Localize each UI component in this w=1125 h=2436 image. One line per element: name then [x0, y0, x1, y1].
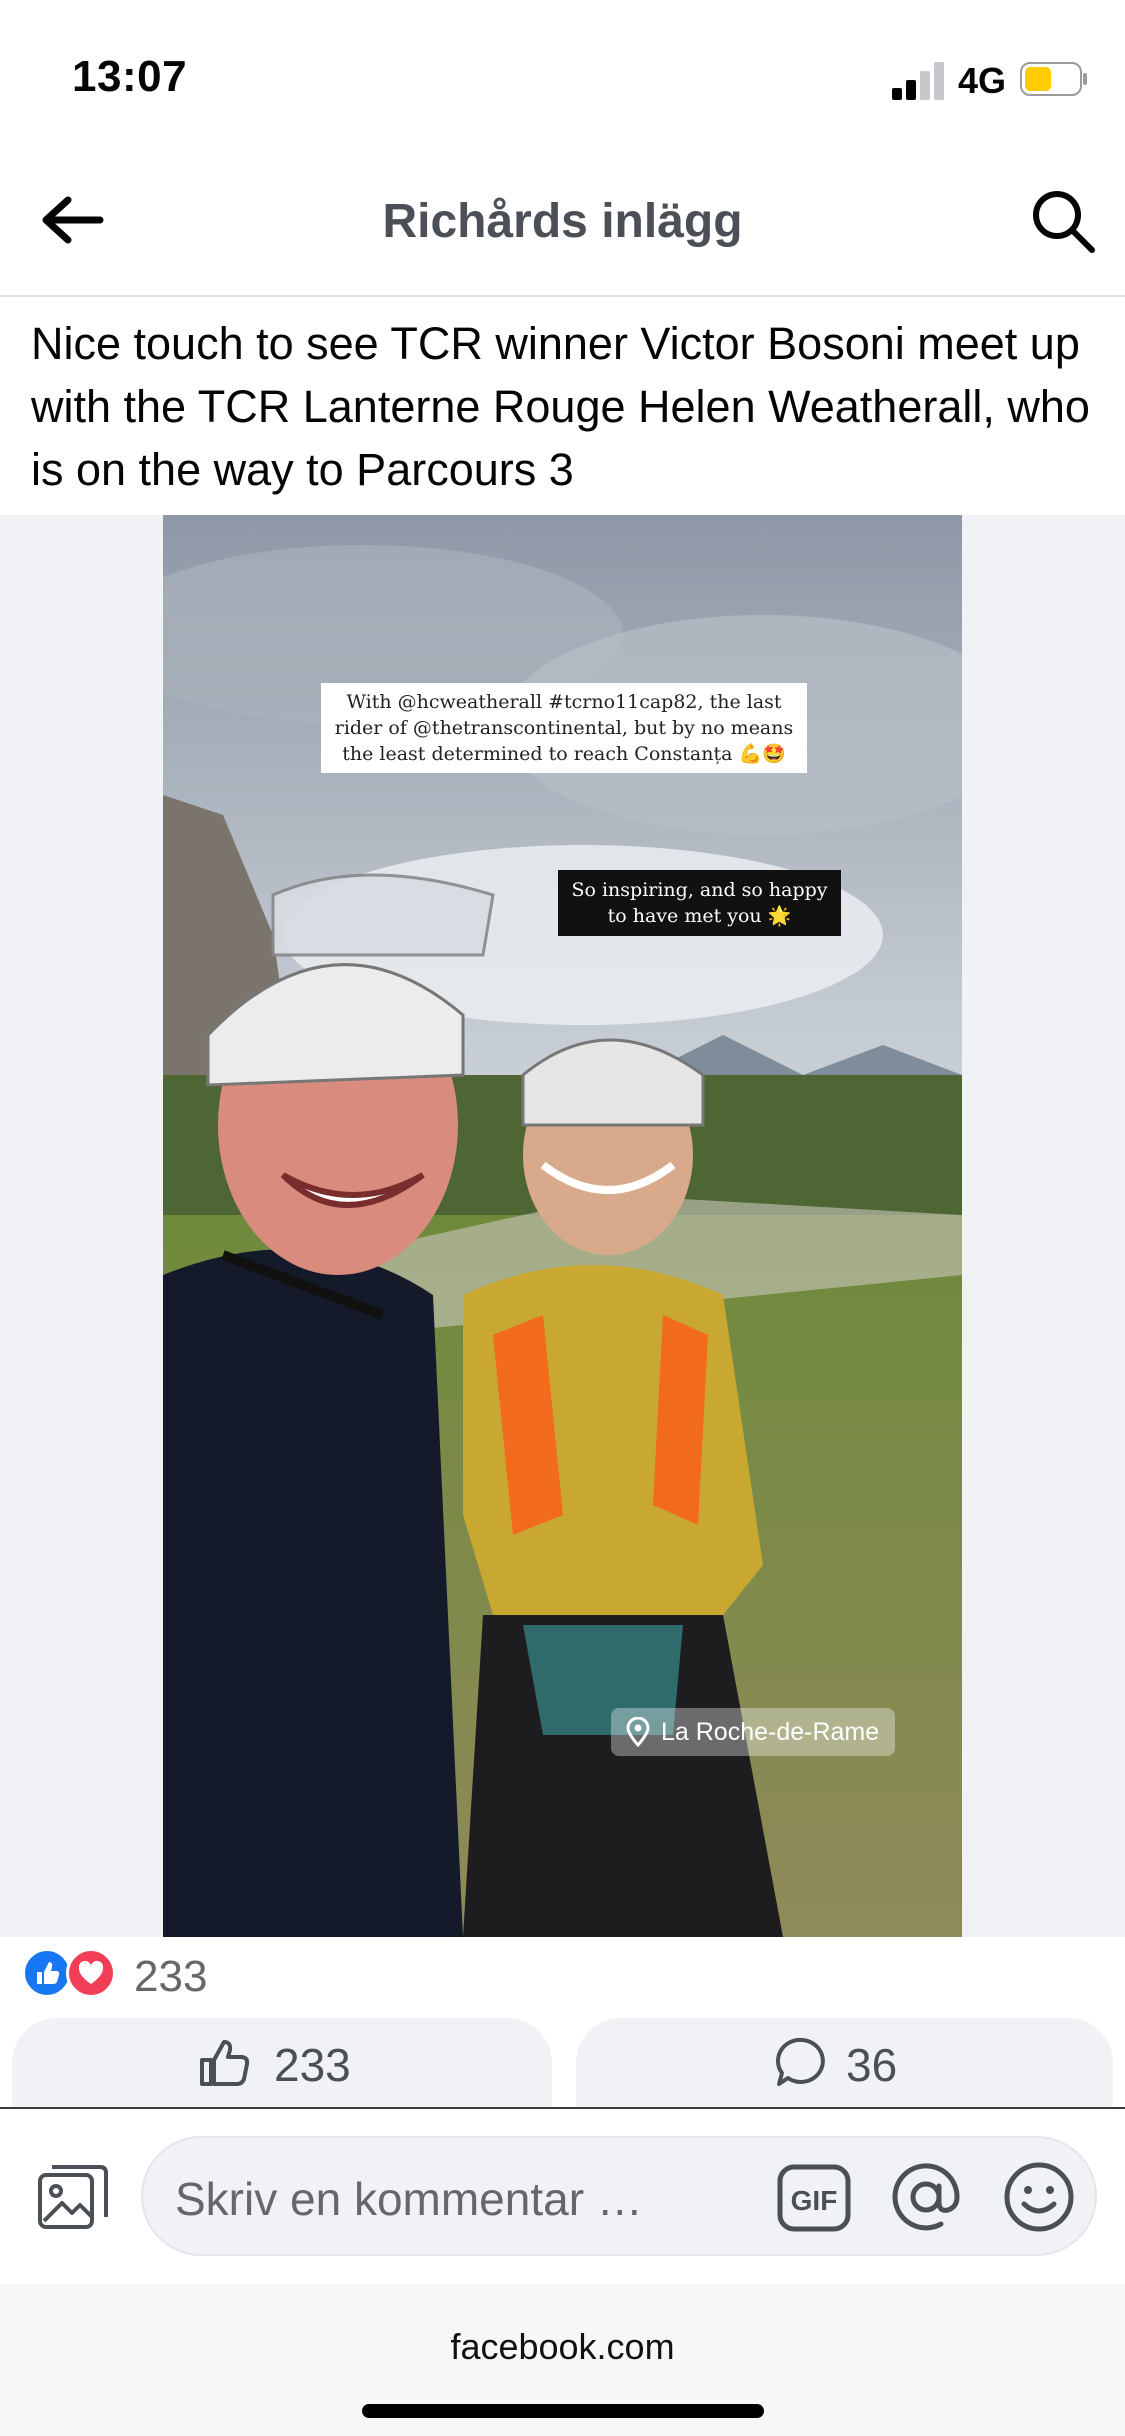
story-caption-bottom: So inspiring, and so happy to have met y… — [558, 870, 841, 936]
post-text: Nice touch to see TCR winner Victor Boso… — [31, 318, 1090, 495]
location-name: La Roche-de-Rame — [661, 1718, 880, 1746]
page-title: Richårds inlägg — [382, 195, 743, 248]
signal-strength-icon — [892, 62, 944, 100]
comment-placeholder: Skriv en kommentar … — [175, 2173, 643, 2225]
network-type: 4G — [958, 60, 1007, 101]
post-photo[interactable]: With @hcweatherall #tcrno11cap82, the la… — [163, 515, 962, 1937]
nav-bar: Richårds inlägg — [0, 150, 1125, 297]
status-bar: 13:07 4G — [0, 0, 1125, 150]
location-pin-icon — [626, 1717, 650, 1747]
gif-icon[interactable]: GIF — [777, 2164, 851, 2232]
back-arrow-icon[interactable] — [38, 190, 108, 250]
battery-icon — [1020, 62, 1087, 96]
gif-label: GIF — [791, 2185, 838, 2216]
search-icon[interactable] — [1030, 188, 1096, 254]
comment-composer: Skriv en kommentar … GIF — [0, 2107, 1125, 2286]
status-time: 13:07 — [72, 52, 188, 101]
comment-button[interactable]: 36 — [576, 2018, 1113, 2108]
comment-count: 36 — [846, 2039, 898, 2091]
browser-url-bar: facebook.com — [0, 2284, 1125, 2436]
location-tag: La Roche-de-Rame — [611, 1708, 896, 1756]
comment-bubble-icon — [776, 2037, 825, 2086]
post-media: With @hcweatherall #tcrno11cap82, the la… — [0, 515, 1125, 1937]
like-reaction-icon — [22, 1948, 72, 1998]
home-indicator[interactable] — [362, 2404, 764, 2418]
like-count: 233 — [274, 2039, 351, 2091]
url-text[interactable]: facebook.com — [0, 2326, 1125, 2368]
mention-icon[interactable] — [889, 2160, 963, 2234]
photo-attach-icon[interactable] — [36, 2161, 110, 2233]
reaction-count: 233 — [134, 1952, 208, 2001]
emoji-icon[interactable] — [1002, 2160, 1076, 2234]
story-caption-top: With @hcweatherall #tcrno11cap82, the la… — [321, 683, 807, 773]
thumbs-up-icon — [200, 2040, 250, 2086]
like-button[interactable]: 233 — [12, 2018, 552, 2108]
love-reaction-icon — [66, 1948, 116, 1998]
comment-input[interactable]: Skriv en kommentar … GIF — [141, 2136, 1097, 2256]
